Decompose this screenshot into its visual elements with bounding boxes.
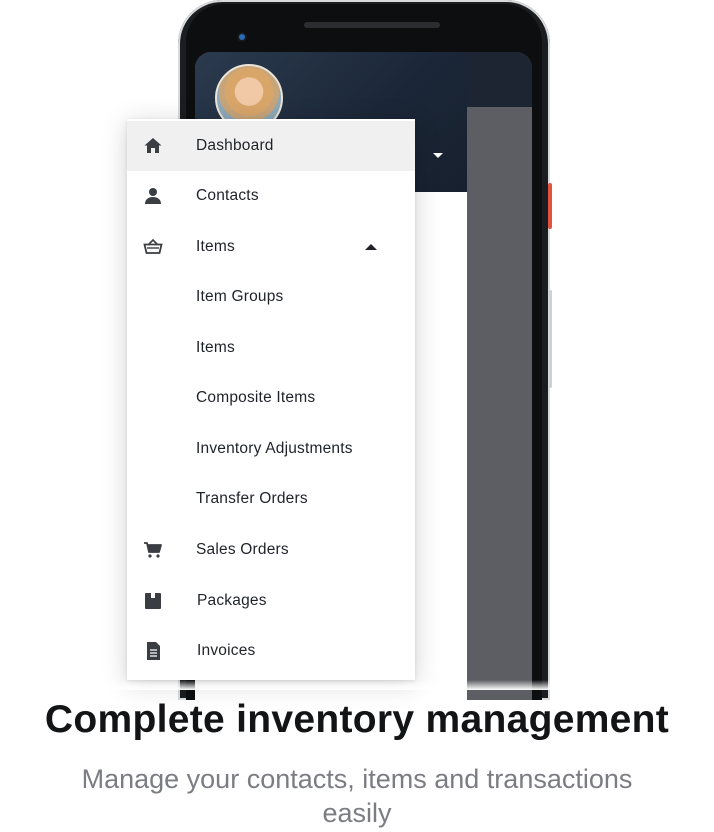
menu-item-dashboard[interactable]: Dashboard — [127, 121, 415, 171]
menu-item-contacts[interactable]: Contacts — [127, 171, 415, 221]
menu-item-sales-orders[interactable]: Sales Orders — [127, 525, 415, 575]
person-icon — [145, 188, 161, 204]
volume-button — [549, 290, 552, 388]
bottom-fade — [0, 680, 714, 690]
menu-item-label: Packages — [197, 592, 267, 609]
menu-item-label: Item Groups — [196, 288, 284, 305]
app-topbar — [467, 52, 532, 107]
menu-item-label: Sales Orders — [196, 541, 289, 558]
package-icon — [145, 593, 161, 609]
submenu-item-items[interactable]: Items — [127, 323, 415, 373]
menu-item-label: Transfer Orders — [196, 490, 308, 507]
menu-item-label: Items — [196, 339, 235, 356]
submenu-item-inventory-adjustments[interactable]: Inventory Adjustments — [127, 424, 415, 474]
chevron-down-icon[interactable] — [431, 148, 445, 162]
menu-item-label: Inventory Adjustments — [196, 440, 353, 457]
home-icon — [144, 138, 162, 153]
submenu-item-transfer-orders[interactable]: Transfer Orders — [127, 474, 415, 524]
submenu-item-item-groups[interactable]: Item Groups — [127, 272, 415, 322]
page-title: Complete inventory management — [44, 698, 670, 741]
menu-item-invoices[interactable]: Invoices — [127, 626, 415, 676]
cart-icon — [144, 542, 162, 558]
menu-item-label: Items — [196, 238, 235, 255]
navigation-menu: Dashboard Contacts Items Item Groups Ite… — [127, 119, 415, 680]
content-scrim[interactable] — [467, 107, 532, 700]
submenu-item-composite-items[interactable]: Composite Items — [127, 373, 415, 423]
menu-item-label: Dashboard — [196, 137, 274, 154]
page-subtitle: Manage your contacts, items and transact… — [81, 764, 633, 828]
menu-item-label: Composite Items — [196, 389, 316, 406]
chevron-up-icon[interactable] — [365, 243, 377, 251]
menu-item-packages[interactable]: Packages — [127, 576, 415, 626]
menu-item-items[interactable]: Items — [127, 222, 415, 272]
invoice-icon — [147, 642, 160, 660]
front-camera — [239, 34, 245, 40]
menu-item-label: Contacts — [196, 187, 259, 204]
power-button — [548, 183, 552, 229]
phone-speaker — [304, 22, 440, 28]
basket-icon — [143, 238, 163, 254]
menu-item-label: Invoices — [197, 642, 256, 659]
